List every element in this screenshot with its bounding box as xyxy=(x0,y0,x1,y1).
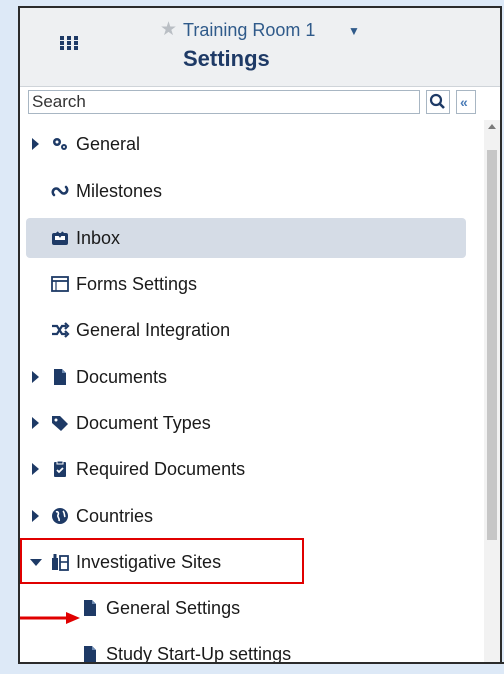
frame-bottom-edge xyxy=(18,662,504,673)
scroll-thumb[interactable] xyxy=(487,150,497,540)
nav-item-document-types[interactable]: Document Types xyxy=(26,403,466,443)
milestones-icon xyxy=(51,185,69,197)
nav-item-documents[interactable]: Documents xyxy=(26,357,466,397)
search-bar: « xyxy=(28,90,476,116)
inbox-icon xyxy=(52,231,68,245)
nav-item-label: General xyxy=(76,134,141,154)
document-icon xyxy=(84,600,96,616)
nav-item-general[interactable]: General xyxy=(26,124,466,164)
expand-arrow-icon[interactable] xyxy=(32,417,39,429)
expand-arrow-icon[interactable] xyxy=(32,138,39,150)
nav-item-general-settings[interactable]: General Settings xyxy=(56,588,496,628)
globe-icon xyxy=(52,508,68,524)
nav-item-label: Required Documents xyxy=(76,459,246,479)
nav-item-forms-settings[interactable]: Forms Settings xyxy=(26,264,466,304)
nav-item-label: Inbox xyxy=(76,228,121,248)
search-button[interactable] xyxy=(426,90,450,114)
nav-item-label: Milestones xyxy=(76,181,163,201)
highlight-box xyxy=(20,538,304,584)
clipboard-icon xyxy=(54,460,66,477)
red-arrow-icon xyxy=(20,612,80,624)
double-chevron-left-icon: « xyxy=(460,94,468,110)
caret-down-icon[interactable]: ▼ xyxy=(348,24,360,38)
search-input[interactable] xyxy=(28,90,420,114)
nav-item-countries[interactable]: Countries xyxy=(26,496,466,536)
nav-item-label: General Integration xyxy=(76,320,231,340)
nav-item-label: General Settings xyxy=(106,598,241,618)
gears-icon xyxy=(53,138,67,150)
star-icon[interactable]: ★ xyxy=(160,20,177,39)
expand-arrow-icon[interactable] xyxy=(32,463,39,475)
nav-item-label: Countries xyxy=(76,506,154,526)
page-title: Settings xyxy=(183,46,270,71)
search-icon xyxy=(429,93,445,109)
grid-icon[interactable] xyxy=(60,36,78,50)
shuffle-icon xyxy=(52,322,70,338)
nav-item-inbox[interactable]: Inbox xyxy=(26,218,466,258)
nav-item-milestones[interactable]: Milestones xyxy=(26,171,466,211)
nav-item-general-integration[interactable]: General Integration xyxy=(26,310,466,350)
scrollbar[interactable] xyxy=(484,120,500,662)
expand-arrow-icon[interactable] xyxy=(32,510,39,522)
forms-icon xyxy=(51,276,69,292)
tag-icon xyxy=(52,416,68,431)
nav-item-required-documents[interactable]: Required Documents xyxy=(26,449,466,489)
document-icon xyxy=(54,369,66,385)
collapse-panel-button[interactable]: « xyxy=(456,90,476,114)
expand-arrow-icon[interactable] xyxy=(32,371,39,383)
panel-header: ★ Training Room 1 ▼ Settings xyxy=(20,8,500,87)
scroll-up-arrow[interactable] xyxy=(488,124,496,129)
nav-item-label: Forms Settings xyxy=(76,274,198,294)
nav-item-label: Documents xyxy=(76,367,168,387)
nav-item-label: Document Types xyxy=(76,413,211,433)
document-icon xyxy=(84,646,96,662)
project-title[interactable]: Training Room 1 xyxy=(183,20,315,41)
